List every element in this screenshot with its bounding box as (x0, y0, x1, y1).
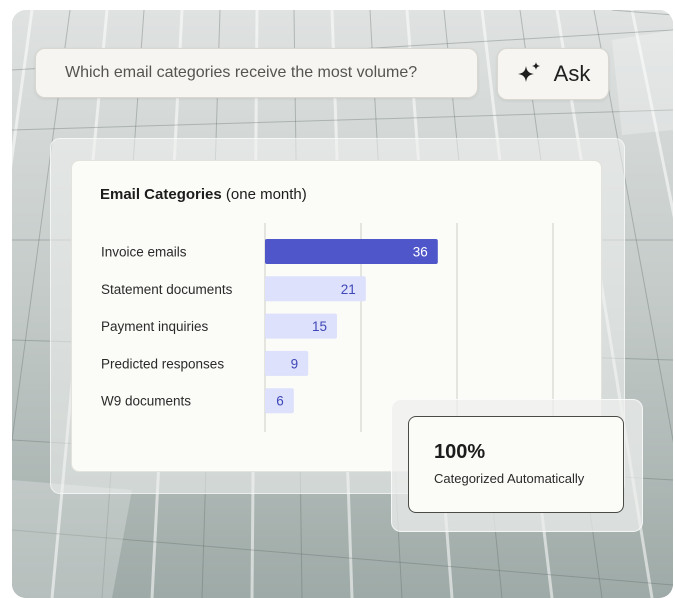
category-label: W9 documents (101, 394, 191, 409)
bar-value-label: 9 (291, 356, 299, 371)
ask-button[interactable]: Ask (497, 48, 609, 100)
category-label: Predicted responses (101, 356, 224, 371)
category-label: Payment inquiries (101, 319, 209, 334)
category-label: Invoice emails (101, 245, 187, 260)
stat-value: 100% (434, 441, 486, 463)
ask-button-label: Ask (553, 61, 591, 86)
question-text: Which email categories receive the most … (65, 64, 418, 81)
sparkle-icon (517, 62, 540, 82)
category-label: Statement documents (101, 282, 233, 297)
stat-label: Categorized Automatically (434, 471, 585, 486)
categorized-stat-card: 100% Categorized Automatically (408, 416, 624, 513)
bar-value-label: 6 (276, 394, 284, 409)
bar-value-label: 36 (413, 245, 428, 260)
bar-value-label: 21 (341, 282, 356, 297)
bar (265, 350, 309, 376)
bar-value-label: 15 (312, 319, 327, 334)
question-input[interactable]: Which email categories receive the most … (35, 48, 478, 98)
